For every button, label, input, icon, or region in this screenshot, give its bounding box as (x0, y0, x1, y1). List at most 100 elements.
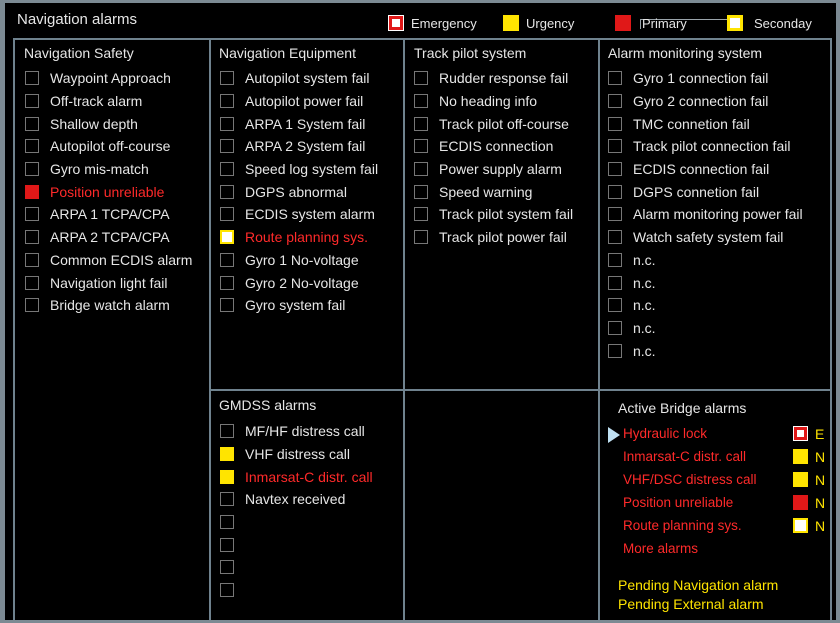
alarm-item[interactable] (220, 533, 373, 556)
alarm-checkbox[interactable] (220, 492, 234, 507)
alarm-item[interactable]: ARPA 2 System fail (220, 135, 378, 158)
pending-external-alarm[interactable]: Pending External alarm (618, 596, 778, 615)
alarm-checkbox[interactable] (608, 320, 622, 335)
alarm-checkbox[interactable] (25, 275, 39, 290)
alarm-checkbox[interactable] (220, 424, 234, 439)
alarm-item[interactable]: n.c. (608, 249, 803, 272)
alarm-checkbox[interactable] (414, 230, 428, 245)
alarm-checkbox[interactable] (220, 184, 234, 199)
alarm-item[interactable]: Route planning sys. (220, 226, 378, 249)
alarm-checkbox[interactable] (608, 275, 622, 290)
alarm-item[interactable]: Track pilot power fail (414, 226, 573, 249)
active-alarm-row[interactable]: Inmarsat-C distr. call N (608, 445, 828, 468)
alarm-item[interactable]: Gyro 1 No-voltage (220, 249, 378, 272)
alarm-item[interactable]: Common ECDIS alarm (25, 249, 192, 272)
alarm-checkbox[interactable] (25, 116, 39, 131)
active-alarm-row[interactable]: Position unreliable N (608, 491, 828, 514)
alarm-checkbox[interactable] (608, 343, 622, 358)
alarm-item[interactable]: n.c. (608, 271, 803, 294)
alarm-item[interactable]: Navtex received (220, 488, 373, 511)
alarm-item[interactable]: Watch safety system fail (608, 226, 803, 249)
alarm-checkbox[interactable] (25, 71, 39, 86)
alarm-checkbox[interactable] (608, 207, 622, 222)
alarm-item[interactable]: Rudder response fail (414, 67, 573, 90)
alarm-checkbox[interactable] (220, 94, 234, 109)
alarm-item[interactable]: Speed warning (414, 180, 573, 203)
alarm-checkbox[interactable] (220, 298, 234, 313)
alarm-checkbox[interactable] (608, 71, 622, 86)
alarm-item[interactable]: n.c. (608, 317, 803, 340)
alarm-item[interactable]: DGPS connetion fail (608, 180, 803, 203)
active-alarm-row[interactable]: VHF/DSC distress call N (608, 468, 828, 491)
alarm-item[interactable]: ARPA 1 TCPA/CPA (25, 203, 192, 226)
pending-navigation-alarm[interactable]: Pending Navigation alarm (618, 577, 778, 596)
alarm-item[interactable]: Inmarsat-C distr. call (220, 465, 373, 488)
alarm-item[interactable]: ECDIS system alarm (220, 203, 378, 226)
alarm-item[interactable]: Speed log system fail (220, 158, 378, 181)
alarm-checkbox[interactable] (25, 139, 39, 154)
alarm-item[interactable]: Autopilot system fail (220, 67, 378, 90)
alarm-item[interactable]: Bridge watch alarm (25, 294, 192, 317)
alarm-checkbox[interactable] (220, 515, 234, 530)
alarm-checkbox[interactable] (220, 469, 234, 484)
alarm-item[interactable]: Autopilot off-course (25, 135, 192, 158)
alarm-item[interactable]: Track pilot off-course (414, 112, 573, 135)
alarm-checkbox[interactable] (220, 139, 234, 154)
alarm-item[interactable]: DGPS abnormal (220, 180, 378, 203)
alarm-item[interactable]: Track pilot connection fail (608, 135, 803, 158)
alarm-checkbox[interactable] (220, 71, 234, 86)
alarm-item[interactable]: Gyro 2 connection fail (608, 90, 803, 113)
alarm-checkbox[interactable] (220, 162, 234, 177)
active-alarm-row[interactable]: Route planning sys. N (608, 514, 828, 537)
alarm-item[interactable] (220, 511, 373, 534)
alarm-item[interactable]: Position unreliable (25, 180, 192, 203)
alarm-checkbox[interactable] (608, 139, 622, 154)
alarm-checkbox[interactable] (25, 184, 39, 199)
alarm-checkbox[interactable] (25, 252, 39, 267)
alarm-item[interactable]: Track pilot system fail (414, 203, 573, 226)
alarm-item[interactable]: ECDIS connection fail (608, 158, 803, 181)
alarm-checkbox[interactable] (414, 207, 428, 222)
alarm-checkbox[interactable] (414, 162, 428, 177)
alarm-item[interactable]: Power supply alarm (414, 158, 573, 181)
alarm-checkbox[interactable] (414, 116, 428, 131)
alarm-item[interactable]: Off-track alarm (25, 90, 192, 113)
alarm-item[interactable]: No heading info (414, 90, 573, 113)
alarm-checkbox[interactable] (220, 537, 234, 552)
alarm-checkbox[interactable] (25, 207, 39, 222)
alarm-item[interactable]: Gyro 2 No-voltage (220, 271, 378, 294)
alarm-checkbox[interactable] (608, 252, 622, 267)
alarm-checkbox[interactable] (414, 184, 428, 199)
alarm-checkbox[interactable] (220, 447, 234, 462)
alarm-checkbox[interactable] (608, 116, 622, 131)
alarm-item[interactable]: n.c. (608, 339, 803, 362)
alarm-item[interactable]: Waypoint Approach (25, 67, 192, 90)
alarm-checkbox[interactable] (414, 139, 428, 154)
alarm-item[interactable]: Autopilot power fail (220, 90, 378, 113)
alarm-item[interactable]: Gyro 1 connection fail (608, 67, 803, 90)
alarm-checkbox[interactable] (220, 560, 234, 575)
alarm-item[interactable]: Navigation light fail (25, 271, 192, 294)
alarm-checkbox[interactable] (25, 230, 39, 245)
alarm-checkbox[interactable] (220, 230, 234, 245)
active-alarm-row[interactable]: Hydraulic lock E (608, 422, 828, 445)
alarm-item[interactable]: TMC connetion fail (608, 112, 803, 135)
alarm-checkbox[interactable] (25, 298, 39, 313)
alarm-item[interactable]: ARPA 2 TCPA/CPA (25, 226, 192, 249)
alarm-checkbox[interactable] (220, 116, 234, 131)
alarm-item[interactable]: Alarm monitoring power fail (608, 203, 803, 226)
alarm-checkbox[interactable] (220, 275, 234, 290)
alarm-item[interactable]: ARPA 1 System fail (220, 112, 378, 135)
alarm-checkbox[interactable] (220, 583, 234, 598)
alarm-checkbox[interactable] (608, 94, 622, 109)
alarm-item[interactable] (220, 579, 373, 602)
alarm-checkbox[interactable] (608, 298, 622, 313)
alarm-checkbox[interactable] (608, 162, 622, 177)
alarm-item[interactable]: n.c. (608, 294, 803, 317)
alarm-item[interactable]: ECDIS connection (414, 135, 573, 158)
alarm-item[interactable]: Gyro mis-match (25, 158, 192, 181)
alarm-item[interactable]: VHF distress call (220, 443, 373, 466)
alarm-checkbox[interactable] (220, 252, 234, 267)
alarm-checkbox[interactable] (414, 94, 428, 109)
alarm-checkbox[interactable] (220, 207, 234, 222)
